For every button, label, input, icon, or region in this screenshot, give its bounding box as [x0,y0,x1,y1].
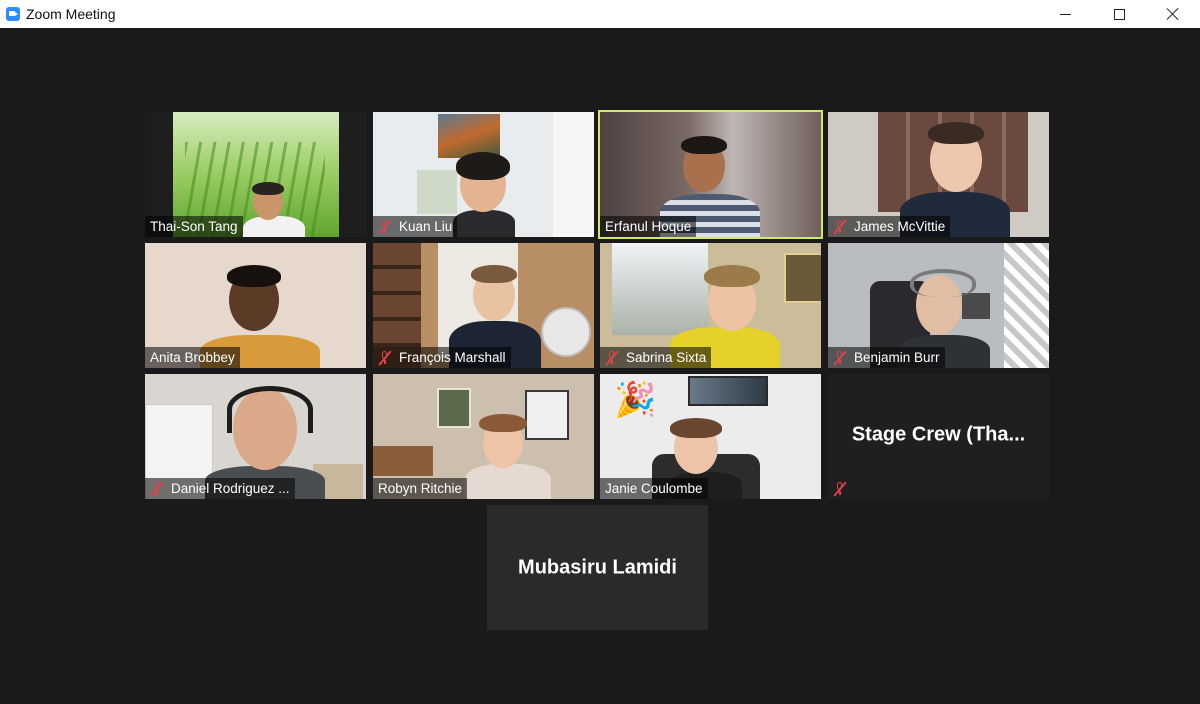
participant-name-tag: Anita Brobbey [145,347,240,368]
video-off-tile[interactable]: Mubasiru Lamidi [487,505,708,630]
participant-body [243,216,305,237]
participant-name-tag: Kuan Liu [373,216,458,237]
close-button[interactable] [1146,0,1200,28]
muted-mic-icon [150,481,164,496]
participant-display-name: Mubasiru Lamidi [518,556,677,578]
participant-name: Janie Coulombe [605,481,703,496]
video-tile[interactable]: James McVittie [828,112,1049,237]
participant-name: François Marshall [399,350,506,365]
video-tile[interactable]: Daniel Rodriguez ... [145,374,366,499]
participant-name-tag: Thai-Son Tang [145,216,243,237]
participant-hair [928,122,984,144]
participant-name: Erfanul Hoque [605,219,692,234]
participant-name-tag: François Marshall [373,347,511,368]
headphones [910,269,976,297]
video-tile[interactable]: Anita Brobbey [145,243,366,368]
video-tile[interactable]: Sabrina Sixta [600,243,821,368]
video-tile[interactable]: Robyn Ritchie [373,374,594,499]
wall-frames [962,293,990,319]
muted-mic-icon [833,219,847,234]
window-title: Zoom Meeting [26,6,116,22]
participant-name: Kuan Liu [399,219,453,234]
wall-picture [784,253,821,303]
shelf [373,446,433,476]
participant-hair [704,265,760,287]
title-bar: Zoom Meeting [0,0,1200,28]
video-tile[interactable]: Benjamin Burr [828,243,1049,368]
participant-name-tag: Sabrina Sixta [600,347,712,368]
muted-mic-icon [605,350,619,365]
video-tile[interactable]: Kuan Liu [373,112,594,237]
participant-body [465,464,551,499]
wall-painting [437,388,471,428]
participant-name: Robyn Ritchie [378,481,463,496]
wall-photo [688,376,768,406]
maximize-icon [1113,8,1125,20]
poster [417,170,457,214]
video-tile-active-speaker[interactable]: Erfanul Hoque [598,110,823,239]
participant-name: Daniel Rodriguez ... [171,481,290,496]
participant-display-name: Stage Crew (Tha... [851,423,1026,445]
participant-name: Thai-Son Tang [150,219,238,234]
participant-body [453,210,515,237]
participant-name: Sabrina Sixta [626,350,707,365]
mirror [525,390,569,440]
participant-hair [479,414,527,432]
patterned-curtain [1004,243,1049,368]
muted-mic-icon [833,481,847,496]
muted-mic-icon [833,350,847,365]
participant-hair [681,136,727,154]
minimize-icon [1059,13,1071,15]
zoom-app-icon [6,7,20,21]
muted-mic-icon [378,219,392,234]
maximize-button[interactable] [1092,0,1146,28]
muted-mic-icon [378,350,392,365]
minimize-button[interactable] [1038,0,1092,28]
headphones [227,386,313,433]
participant-name-tag: Erfanul Hoque [600,216,697,237]
participant-hair [471,265,517,283]
participant-name-tag: Robyn Ritchie [373,478,468,499]
video-tile[interactable]: Thai-Son Tang [145,112,366,237]
close-icon [1166,7,1180,21]
participant-name: James McVittie [854,219,946,234]
participant-name-tag: Janie Coulombe [600,478,708,499]
participant-name-tag: James McVittie [828,216,951,237]
participant-name: Anita Brobbey [150,350,235,365]
participant-hair [227,265,281,287]
gallery-view: Thai-Son Tang Kuan Liu Erfanul Hoque Jam… [0,28,1200,704]
participant-hair [252,182,284,195]
video-tile[interactable]: 🎉 Janie Coulombe [600,374,821,499]
participant-name-tag [828,478,859,499]
window-controls [1038,0,1200,28]
window [612,243,708,335]
participant-name: Benjamin Burr [854,350,940,365]
door-frame [553,112,594,237]
participant-name-tag: Daniel Rodriguez ... [145,478,295,499]
wall-painting [438,114,500,158]
video-off-tile[interactable]: Stage Crew (Tha... [828,374,1049,499]
participant-name-tag: Benjamin Burr [828,347,945,368]
video-tile[interactable]: François Marshall [373,243,594,368]
party-popper-icon: 🎉 [614,381,657,419]
participant-hair [456,152,510,180]
participant-hair [670,418,722,438]
desk-fan [541,307,591,357]
